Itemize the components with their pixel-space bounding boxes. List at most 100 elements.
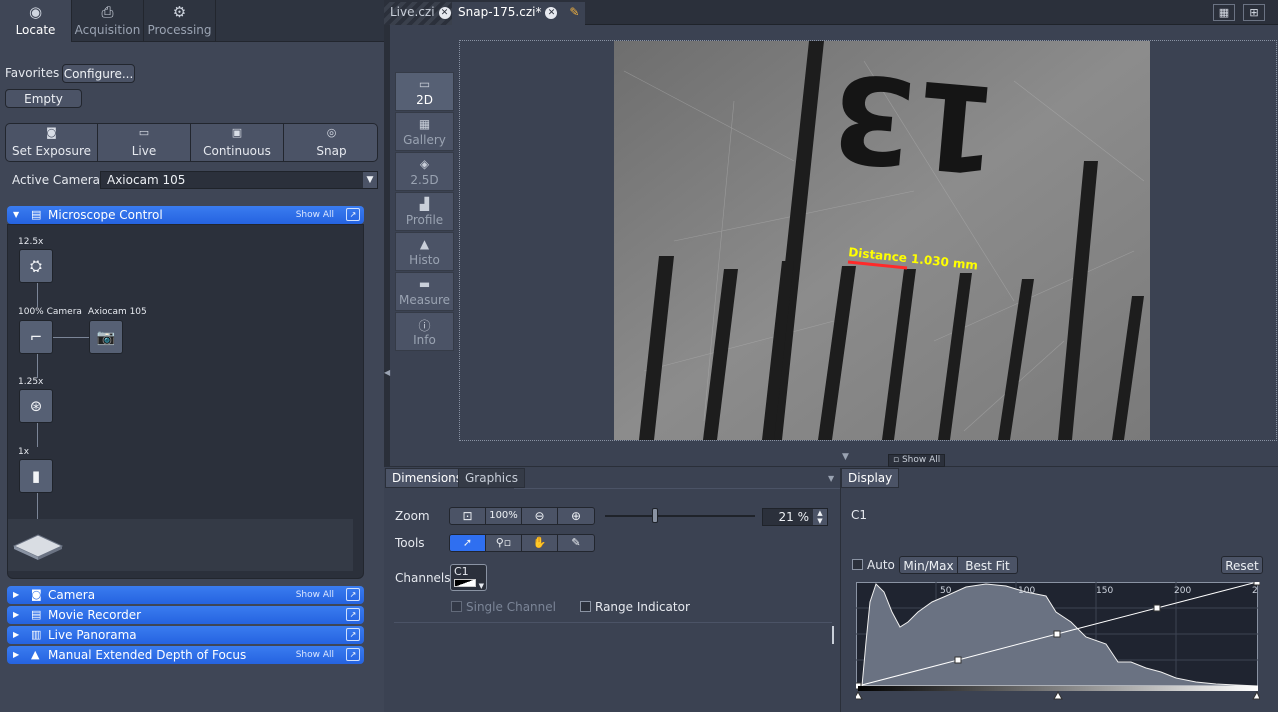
channel-c1-button[interactable]: C1 ▼: [450, 564, 487, 591]
camera-tool-header[interactable]: ▶ ◙ Camera Show All ↗: [7, 586, 364, 604]
profile-icon: ▟: [419, 197, 430, 211]
connector-line: [37, 354, 38, 378]
zoom-out-icon[interactable]: ⊖: [522, 508, 558, 524]
undock-icon[interactable]: ↗: [346, 648, 360, 661]
tab-live-czi[interactable]: Live.czi ✕: [384, 2, 457, 25]
view-profile-button[interactable]: ▟ Profile: [395, 192, 454, 231]
range-indicator-checkbox[interactable]: [580, 601, 591, 612]
show-all-toggle[interactable]: ▫ Show All: [888, 454, 946, 467]
close-icon[interactable]: ✕: [545, 6, 558, 19]
view-25d-button[interactable]: ◈ 2.5D: [395, 152, 454, 191]
connector-line: [37, 283, 38, 307]
histogram-icon: ▲: [419, 237, 430, 251]
tab-graphics[interactable]: Graphics: [458, 468, 525, 488]
view-measure-button[interactable]: ▬ Measure: [395, 272, 454, 311]
camera-port-node[interactable]: ⌐: [19, 320, 53, 354]
split-view-icon[interactable]: ⊞: [1243, 4, 1265, 21]
panorama-icon: ▥: [31, 628, 42, 641]
show-all-toggle[interactable]: Show All: [296, 589, 334, 601]
zoom-value-input[interactable]: 21 % ▲ ▼: [762, 508, 828, 526]
stage-icon: [12, 534, 64, 560]
undock-icon[interactable]: ↗: [346, 588, 360, 601]
zoom-slider-track[interactable]: [605, 515, 755, 517]
micrograph-image[interactable]: 13 Distance 1.030 mm: [614, 41, 1150, 440]
measure-icon: ▬: [418, 277, 431, 291]
pan-hand-icon[interactable]: ✋: [522, 535, 558, 551]
optovar-node[interactable]: ⊛: [19, 389, 53, 423]
display-channel-label: C1: [851, 508, 868, 522]
microscope-control-header[interactable]: ▼ ▤ Microscope Control Show All ↗: [7, 206, 364, 224]
show-all-toggle[interactable]: Show All: [296, 209, 334, 221]
single-channel-checkbox[interactable]: [451, 601, 462, 612]
undock-icon[interactable]: ↗: [346, 628, 360, 641]
pipette-icon[interactable]: ✎: [558, 535, 594, 551]
tab-display[interactable]: Display: [841, 468, 900, 488]
expand-triangle-icon: ▶: [13, 630, 20, 639]
main-tabs: ◉ Locate ⎙ Acquisition ⚙ Processing: [0, 0, 384, 42]
live-button[interactable]: ▭ Live: [98, 124, 191, 161]
minmax-button[interactable]: Min/Max: [899, 556, 958, 574]
zoom-100-button[interactable]: 100%: [486, 508, 522, 524]
document-tabs: Live.czi ✕ Snap-175.czi* ✕ ✎ ▦ ⊞: [384, 0, 1278, 25]
empty-favorite-button[interactable]: Empty: [5, 89, 82, 108]
movie-recorder-tool-header[interactable]: ▶ ▤ Movie Recorder ↗: [7, 606, 364, 624]
auto-checkbox[interactable]: [852, 559, 863, 570]
spinner-icon[interactable]: ▲ ▼: [813, 509, 827, 525]
view-2d-button[interactable]: ▭ 2D: [395, 72, 454, 111]
view-histo-button[interactable]: ▲ Histo: [395, 232, 454, 271]
single-channel-label: Single Channel: [466, 600, 556, 614]
chevron-down-icon: ▼: [363, 172, 377, 188]
active-camera-label: Active Camera: [12, 173, 101, 187]
undock-icon[interactable]: ↗: [346, 208, 360, 221]
tab-divider: [514, 488, 840, 489]
tab-dimensions[interactable]: Dimensions: [385, 468, 470, 488]
camera-icon: ◙: [31, 588, 42, 601]
grid-layout-icon[interactable]: ▦: [1213, 4, 1235, 21]
camera-node[interactable]: 📷: [89, 320, 123, 354]
tools-label: Tools: [395, 536, 425, 550]
view-info-button[interactable]: ⓘ Info: [395, 312, 454, 351]
live-panorama-tool-header[interactable]: ▶ ▥ Live Panorama ↗: [7, 626, 364, 644]
configure-button[interactable]: Configure...: [62, 64, 135, 83]
collapse-bottom-icon[interactable]: ▼: [842, 452, 849, 462]
edit-pen-icon[interactable]: ✎: [569, 5, 579, 19]
reset-button[interactable]: Reset: [1221, 556, 1263, 574]
view-gallery-button[interactable]: ▦ Gallery: [395, 112, 454, 151]
set-exposure-button[interactable]: ◙ Set Exposure: [6, 124, 98, 161]
undock-icon[interactable]: ↗: [346, 608, 360, 621]
acquisition-button-group: ◙ Set Exposure ▭ Live ▣ Continuous ◎ Sna…: [5, 123, 378, 162]
gallery-icon: ▦: [418, 117, 431, 131]
pointer-icon[interactable]: ➚: [450, 535, 486, 551]
active-camera-select[interactable]: Axiocam 105 ▼: [100, 171, 378, 189]
svg-text:2: 2: [1252, 586, 1258, 596]
tube-label: 1x: [18, 447, 30, 457]
tube-lens-node[interactable]: ▮: [19, 459, 53, 493]
tab-processing[interactable]: ⚙ Processing: [144, 0, 216, 42]
zoom-region-icon[interactable]: ⚲▫: [486, 535, 522, 551]
tab-acquisition[interactable]: ⎙ Acquisition: [72, 0, 144, 42]
objective-icon: ⛭: [29, 257, 42, 275]
info-icon: ⓘ: [418, 319, 431, 333]
tab-locate[interactable]: ◉ Locate: [0, 0, 72, 42]
svg-text:200: 200: [1174, 586, 1191, 596]
snap-button[interactable]: ◎ Snap: [284, 124, 377, 161]
tab-menu-chevron-icon[interactable]: ▼: [828, 474, 834, 483]
tab-snap-czi[interactable]: Snap-175.czi* ✕ ✎: [452, 2, 586, 25]
range-markers[interactable]: [856, 690, 1260, 700]
camera-port-label: 100% Camera: [18, 307, 82, 317]
microscope-diagram: 12.5x ⛭ 100% Camera Axiocam 105 ⌐ 📷 1.25…: [7, 224, 364, 579]
fit-icon[interactable]: ⊡: [450, 508, 486, 524]
best-fit-button[interactable]: Best Fit: [957, 556, 1018, 574]
zoom-slider-thumb[interactable]: [652, 508, 659, 523]
show-all-toggle[interactable]: Show All: [296, 649, 334, 661]
manual-edf-tool-header[interactable]: ▶ ▲ Manual Extended Depth of Focus Show …: [7, 646, 364, 664]
scroll-indicator[interactable]: [832, 626, 834, 644]
svg-text:100: 100: [1018, 586, 1035, 596]
continuous-button[interactable]: ▣ Continuous: [191, 124, 284, 161]
svg-text:150: 150: [1096, 586, 1113, 596]
zoom-in-icon[interactable]: ⊕: [558, 508, 594, 524]
svg-text:50: 50: [940, 586, 952, 596]
close-icon[interactable]: ✕: [438, 6, 451, 19]
range-indicator-label: Range Indicator: [595, 600, 690, 614]
objective-node[interactable]: ⛭: [19, 249, 53, 283]
